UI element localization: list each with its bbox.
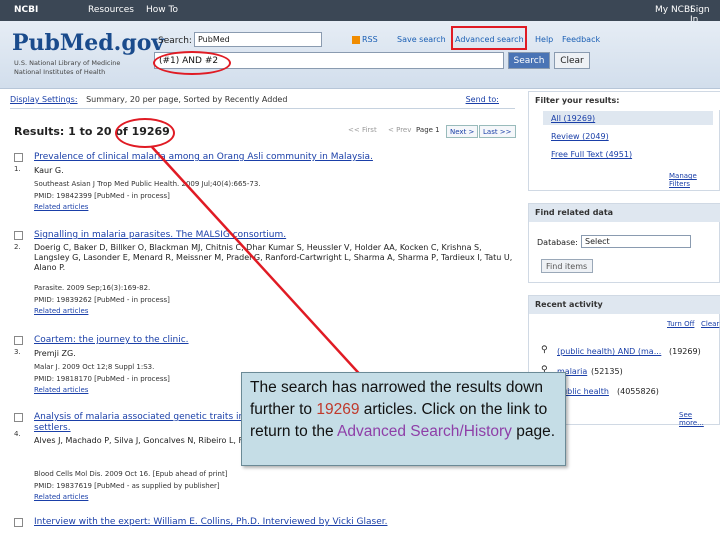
explanation-callout: The search has narrowed the results down… bbox=[241, 372, 566, 466]
callout-link-text: Advanced Search/History bbox=[337, 423, 512, 440]
callout-count: 19269 bbox=[316, 401, 360, 418]
annotation-arrow-line bbox=[151, 146, 377, 393]
